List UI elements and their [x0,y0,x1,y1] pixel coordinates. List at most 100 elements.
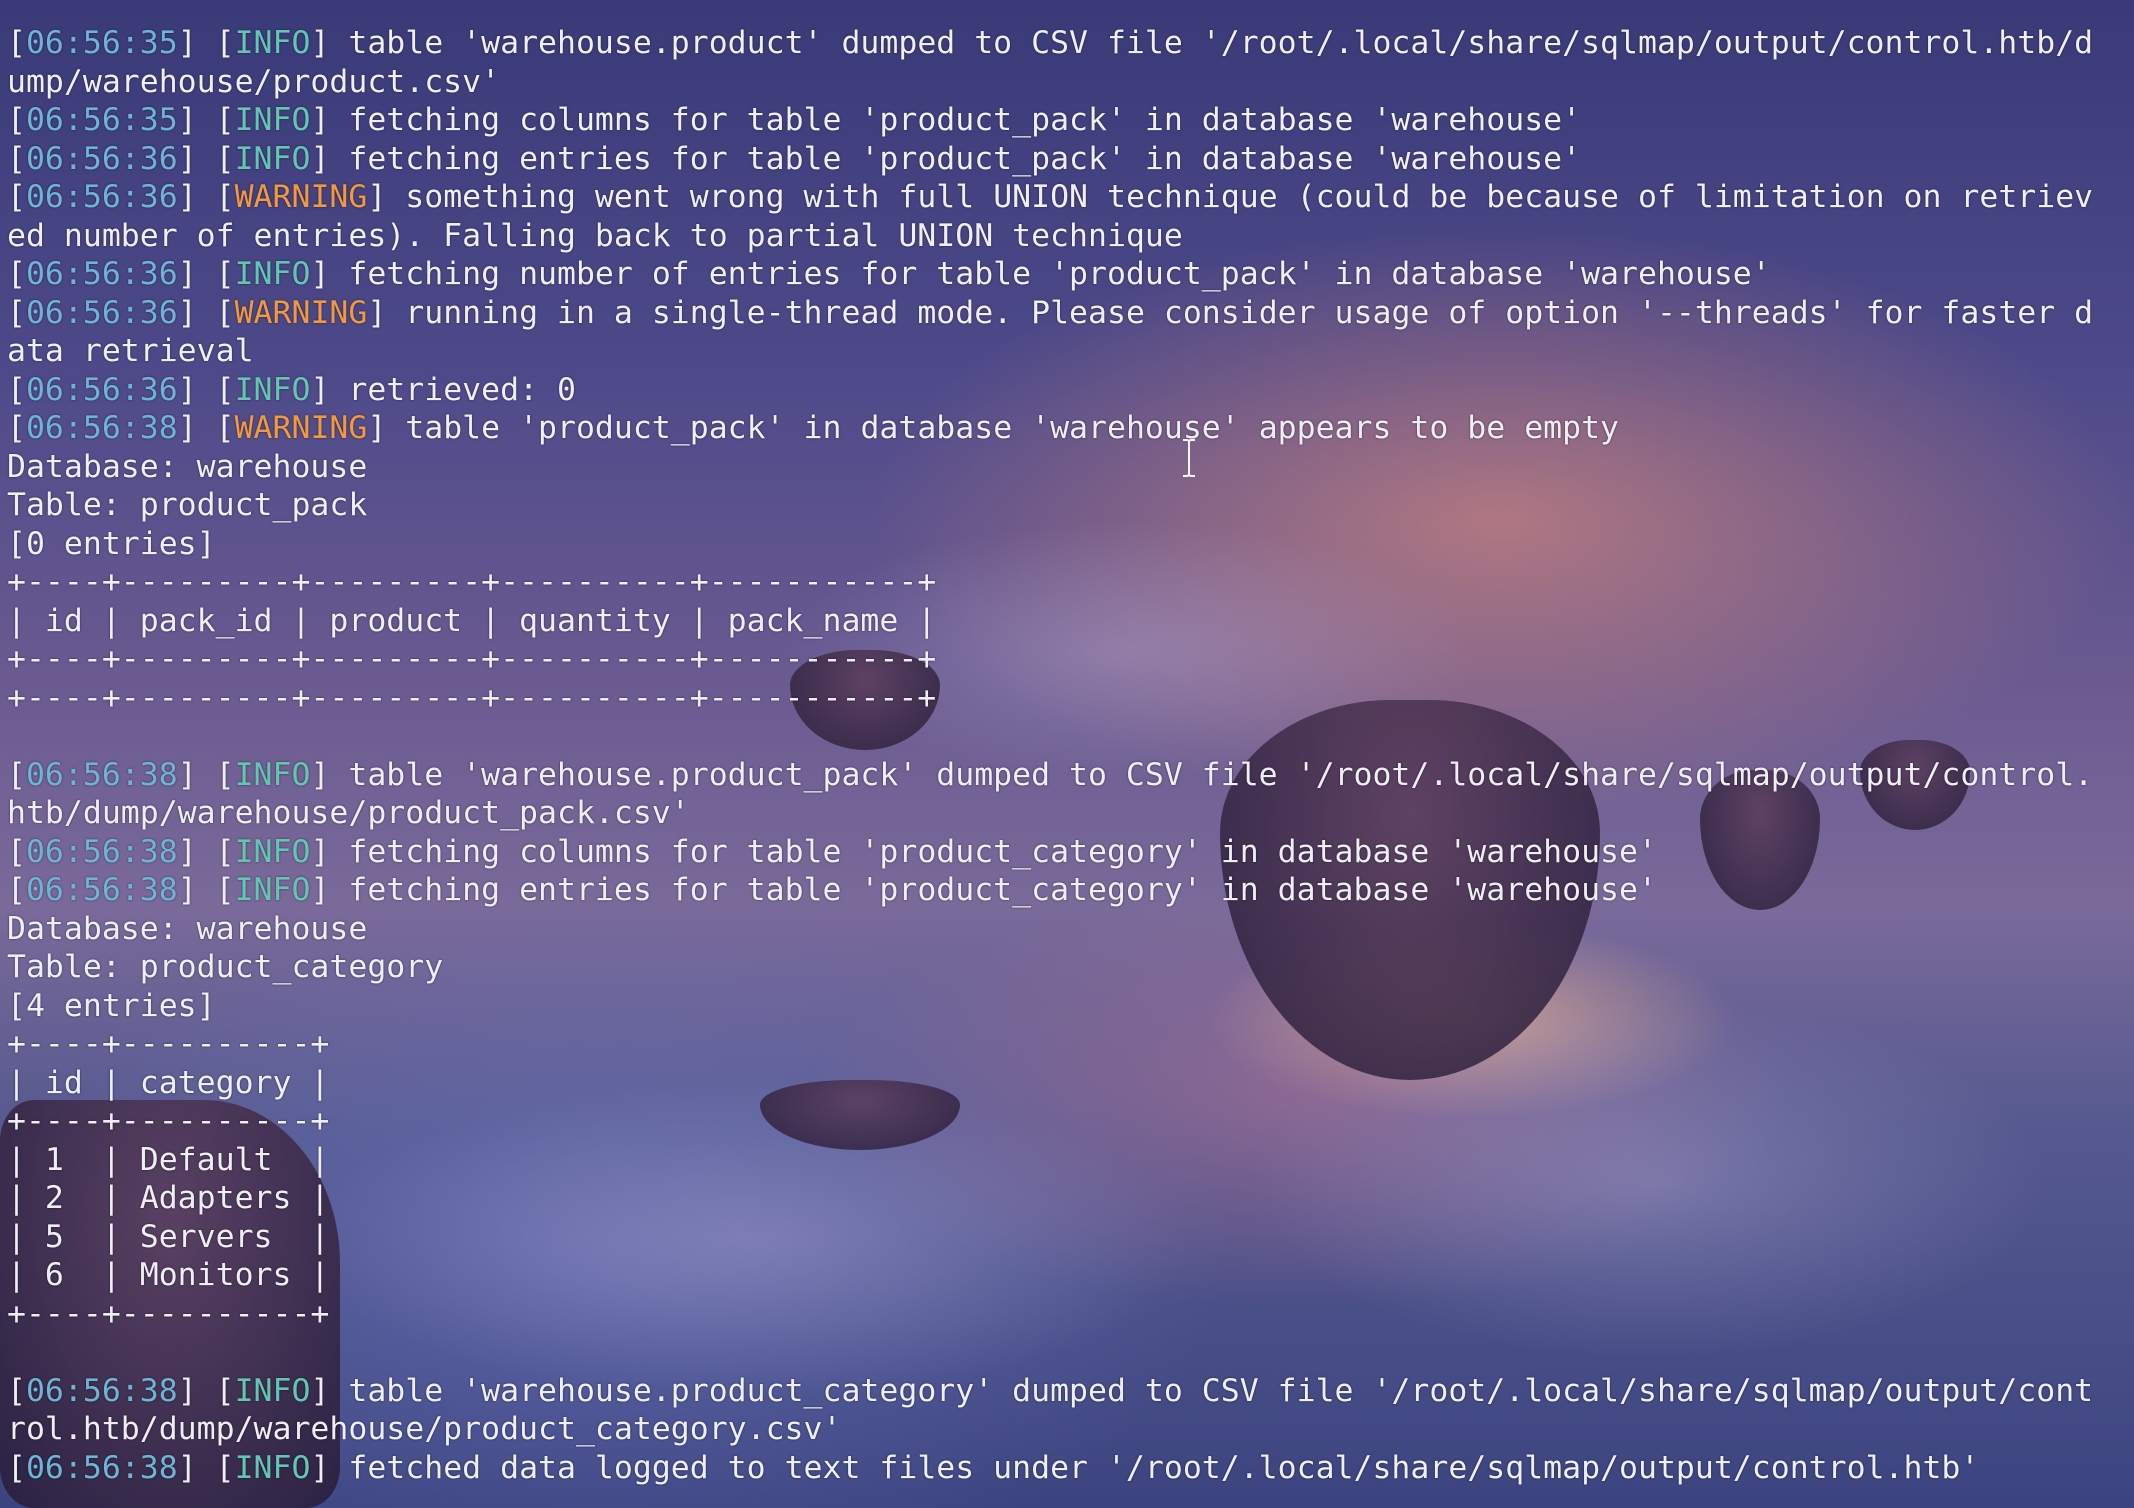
timestamp: 06:56:38 [25,1449,178,1486]
terminal-line: ata retrieval [7,332,2134,371]
timestamp: 06:56:36 [25,140,178,177]
terminal-line: | 6 | Monitors | [7,1256,2134,1295]
terminal-line: | id | pack_id | product | quantity | pa… [7,602,2134,641]
line-text: ump/warehouse/product.csv' [7,63,501,100]
timestamp: 06:56:38 [25,833,178,870]
terminal-line: [06:56:35] [INFO] table 'warehouse.produ… [7,24,2134,63]
terminal-line: +----+---------+---------+----------+---… [7,563,2134,602]
info-tag: INFO [234,1372,311,1409]
line-text: [ [7,294,26,331]
terminal-line: ed number of entries). Falling back to p… [7,217,2134,256]
line-text: | id | pack_id | product | quantity | pa… [7,602,937,639]
line-text: [ [7,179,26,215]
line-text: [ [7,256,26,292]
terminal-line: [06:56:38] [INFO] fetching columns for t… [7,833,2134,872]
info-tag: INFO [234,1449,311,1486]
line-text: Database: warehouse [7,910,368,947]
terminal-line: +----+---------+---------+----------+---… [7,640,2134,679]
terminal-line: [06:56:36] [INFO] fetching entries for t… [7,140,2134,179]
terminal-line: [06:56:36] [WARNING] something went wron… [7,178,2134,217]
terminal-output[interactable]: [06:56:35] [INFO] table 'warehouse.produ… [0,0,2134,1508]
info-tag: INFO [234,256,311,292]
timestamp: 06:56:35 [25,102,178,138]
line-text: [ [7,410,26,446]
warning-tag: WARNING [234,410,368,446]
line-text: ] [ [177,872,235,908]
terminal-line: | 5 | Servers | [7,1218,2134,1257]
line-text: ] fetching entries for table 'product_pa… [310,140,1582,177]
terminal-line: [06:56:35] [INFO] fetching columns for t… [7,101,2134,140]
terminal-line: [06:56:36] [WARNING] running in a single… [7,294,2134,333]
info-tag: INFO [234,872,311,908]
warning-tag: WARNING [234,179,368,215]
line-text: htb/dump/warehouse/product_pack.csv' [7,795,690,831]
line-text: ] table 'product_pack' in database 'ware… [367,410,1620,446]
line-text: [ [7,25,26,61]
line-text: ] [ [177,1372,235,1409]
terminal-line: +----+---------+---------+----------+---… [7,679,2134,718]
line-text: [0 entries] [7,525,216,562]
info-tag: INFO [234,371,311,408]
line-text: ] retrieved: 0 [310,371,576,408]
line-text: rol.htb/dump/warehouse/product_category.… [7,1411,842,1447]
line-text: ] [ [177,102,235,138]
terminal-line: +----+----------+ [7,1025,2134,1064]
line-text: ] fetching columns for table 'product_pa… [310,102,1582,138]
line-text: ] fetched data logged to text files unde… [310,1449,1980,1486]
line-text: ] table 'warehouse.product_pack' dumped … [310,756,2094,793]
line-text: | 2 | Adapters | [7,1180,330,1216]
terminal-line: htb/dump/warehouse/product_pack.csv' [7,794,2134,833]
line-text: [ [7,140,26,177]
terminal-line: +----+----------+ [7,1102,2134,1141]
line-text: ed number of entries). Falling back to p… [7,217,1183,254]
line-text: | id | category | [7,1064,330,1101]
line-text: +----+----------+ [7,1295,330,1332]
line-text: ] [ [177,294,235,331]
terminal-line: [06:56:38] [WARNING] table 'product_pack… [7,409,2134,448]
terminal-line: | 2 | Adapters | [7,1179,2134,1218]
line-text: ] fetching columns for table 'product_ca… [310,833,1657,870]
timestamp: 06:56:38 [25,872,178,908]
terminal-line: Database: warehouse [7,910,2134,949]
line-text: +----+----------+ [7,1103,330,1139]
line-text: ] [ [177,179,235,215]
line-text: +----+---------+---------+----------+---… [7,641,937,677]
line-text: ] table 'warehouse.product' dumped to CS… [310,25,2094,61]
terminal-line: [06:56:38] [INFO] fetched data logged to… [7,1449,2134,1488]
warning-tag: WARNING [234,294,368,331]
line-text: [ [7,756,26,793]
line-text: [ [7,1449,26,1486]
info-tag: INFO [234,833,311,870]
line-text: | 5 | Servers | [7,1218,330,1255]
line-text: +----+---------+---------+----------+---… [7,564,937,600]
terminal-line: [06:56:36] [INFO] retrieved: 0 [7,371,2134,410]
terminal-line: [06:56:38] [INFO] fetching entries for t… [7,871,2134,910]
line-text: ] [ [177,25,235,61]
timestamp: 06:56:35 [25,25,178,61]
terminal-line: [06:56:38] [INFO] table 'warehouse.produ… [7,756,2134,795]
info-tag: INFO [234,102,311,138]
timestamp: 06:56:36 [25,371,178,408]
timestamp: 06:56:36 [25,179,178,215]
line-text: Database: warehouse [7,448,368,485]
timestamp: 06:56:38 [25,756,178,793]
line-text: Table: product_category [7,949,444,985]
terminal-line: Database: warehouse [7,448,2134,487]
i-beam-cursor-icon [1183,439,1195,477]
line-text: ] [ [177,1449,235,1486]
line-text: ] [ [177,833,235,870]
line-text: ] [ [177,410,235,446]
line-text: ] [ [177,140,235,177]
line-text: [4 entries] [7,987,216,1024]
terminal-line: Table: product_pack [7,486,2134,525]
line-text: ] [ [177,371,235,408]
line-text: | 6 | Monitors | [7,1257,330,1293]
line-text: ] fetching number of entries for table '… [310,256,1771,292]
line-text: [ [7,1372,26,1409]
timestamp: 06:56:38 [25,1372,178,1409]
line-text: ] running in a single-thread mode. Pleas… [367,294,2094,331]
line-text: ] [ [177,756,235,793]
line-text: ata retrieval [7,333,254,369]
terminal-line: [06:56:38] [INFO] table 'warehouse.produ… [7,1372,2134,1411]
